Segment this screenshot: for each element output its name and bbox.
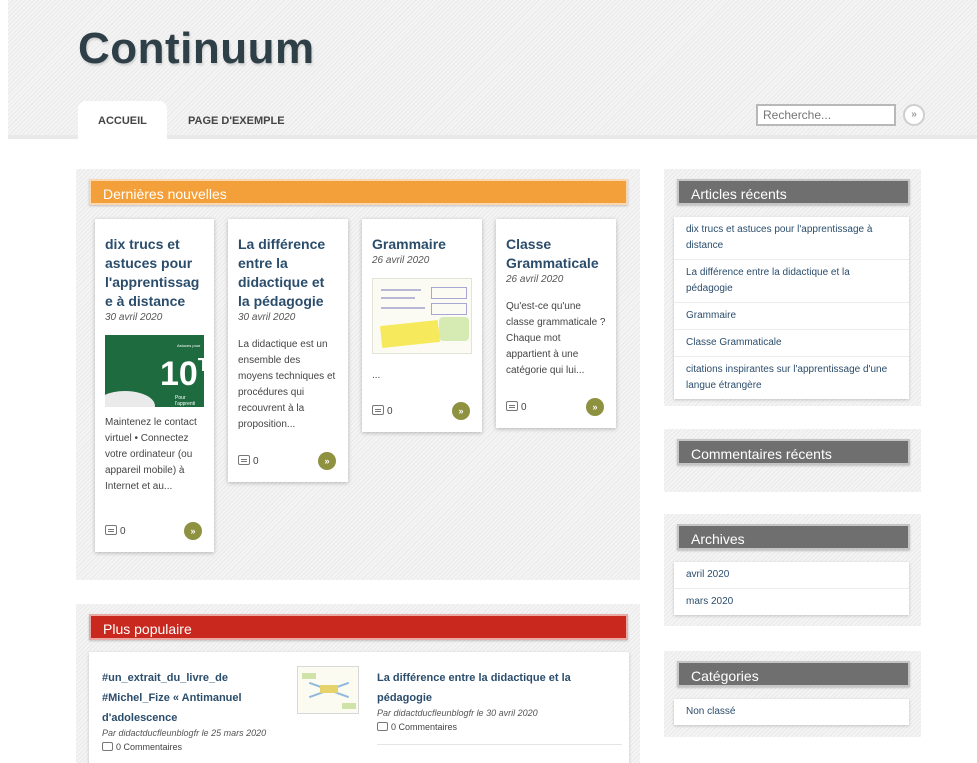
popular-list: #un_extrait_du_livre_de #Michel_Fize « A… bbox=[89, 652, 629, 763]
post-footer: 0 » bbox=[372, 402, 470, 420]
popular-item: La différence entre la didactique et la … bbox=[377, 668, 622, 745]
thumb-box bbox=[431, 303, 467, 315]
popular-item-comments[interactable]: 0 Commentaires bbox=[102, 742, 292, 752]
post-excerpt: ... bbox=[372, 370, 381, 381]
thumb-tag: Astuces pour bbox=[177, 343, 201, 348]
recent-articles-widget: Articles récents dix trucs et astuces po… bbox=[664, 169, 921, 406]
comment-count[interactable]: 0 bbox=[506, 401, 527, 413]
recent-article-link[interactable]: citations inspirantes sur l'apprentissag… bbox=[674, 357, 909, 399]
read-more-button[interactable]: » bbox=[184, 522, 202, 540]
post-footer: 0 » bbox=[506, 398, 604, 416]
post-footer: 0 » bbox=[238, 452, 336, 470]
divider bbox=[377, 744, 622, 745]
thumb-line bbox=[381, 307, 425, 309]
post-date: 26 avril 2020 bbox=[372, 255, 430, 266]
site-title[interactable]: Continuum bbox=[78, 24, 315, 74]
comment-count[interactable]: 0 bbox=[105, 525, 126, 537]
comment-count-value: 0 bbox=[387, 406, 393, 417]
post-date: 30 avril 2020 bbox=[238, 312, 296, 323]
post-card: Classe Grammaticale 26 avril 2020 Qu'est… bbox=[496, 219, 616, 428]
post-date: 30 avril 2020 bbox=[105, 312, 163, 323]
recent-article-link[interactable]: La différence entre la didactique et la … bbox=[674, 260, 909, 303]
post-excerpt: La didactique est un ensemble des moyens… bbox=[238, 339, 336, 430]
popular-item-thumbnail[interactable] bbox=[297, 666, 359, 714]
popular-item-meta: Par didactducfleunblogfr le 30 avril 202… bbox=[377, 708, 538, 718]
thumb-line bbox=[381, 289, 421, 291]
thumb-yellow-note bbox=[380, 320, 440, 348]
thumb-node bbox=[320, 685, 338, 693]
site-header: Continuum ACCUEIL PAGE D'EXEMPLE » bbox=[8, 0, 977, 139]
thumb-node bbox=[302, 673, 316, 679]
popular-heading: Plus populaire bbox=[89, 614, 628, 640]
categories-widget: Catégories Non classé bbox=[664, 651, 921, 737]
post-title[interactable]: La différence entre la didactique et la … bbox=[238, 235, 338, 311]
comment-count-value: 0 bbox=[120, 526, 126, 537]
comment-icon bbox=[102, 742, 113, 751]
post-card: La différence entre la didactique et la … bbox=[228, 219, 348, 482]
comment-count-value: 0 bbox=[521, 402, 527, 413]
popular-item-title[interactable]: #un_extrait_du_livre_de #Michel_Fize « A… bbox=[102, 668, 292, 728]
popular-item-comments-label: 0 Commentaires bbox=[116, 742, 183, 752]
category-link[interactable]: Non classé bbox=[674, 699, 909, 725]
comment-icon bbox=[238, 455, 250, 465]
post-title[interactable]: dix trucs et astuces pour l'apprentissag… bbox=[105, 235, 204, 311]
archives-list: avril 2020 mars 2020 bbox=[674, 562, 909, 615]
comment-count[interactable]: 0 bbox=[372, 405, 393, 417]
post-thumbnail[interactable]: Astuces pour 10T Pour l'apprenti bbox=[105, 335, 204, 407]
post-date: 26 avril 2020 bbox=[506, 274, 564, 285]
archive-link[interactable]: avril 2020 bbox=[674, 562, 909, 589]
thumb-wave-shape bbox=[105, 391, 155, 407]
recent-article-link[interactable]: dix trucs et astuces pour l'apprentissag… bbox=[674, 217, 909, 260]
latest-news-panel: Dernières nouvelles dix trucs et astuces… bbox=[76, 169, 640, 580]
recent-articles-heading: Articles récents bbox=[677, 179, 910, 205]
comment-icon bbox=[105, 525, 117, 535]
archives-heading: Archives bbox=[677, 524, 910, 550]
comment-icon bbox=[377, 722, 388, 731]
popular-panel: Plus populaire #un_extrait_du_livre_de #… bbox=[76, 604, 640, 763]
comment-icon bbox=[372, 405, 384, 415]
categories-heading: Catégories bbox=[677, 661, 910, 687]
read-more-button[interactable]: » bbox=[452, 402, 470, 420]
archives-widget: Archives avril 2020 mars 2020 bbox=[664, 514, 921, 626]
post-title[interactable]: Grammaire bbox=[372, 235, 472, 254]
read-more-button[interactable]: » bbox=[586, 398, 604, 416]
comment-count-value: 0 bbox=[253, 456, 259, 467]
post-title[interactable]: Classe Grammaticale bbox=[506, 235, 606, 273]
thumb-number: 10T bbox=[160, 355, 204, 394]
thumb-line bbox=[381, 297, 415, 299]
popular-item: #un_extrait_du_livre_de #Michel_Fize « A… bbox=[102, 668, 292, 752]
popular-item-meta: Par didactducfleunblogfr le 25 mars 2020 bbox=[102, 728, 267, 738]
recent-article-link[interactable]: Classe Grammaticale bbox=[674, 330, 909, 357]
post-footer: 0 » bbox=[105, 522, 202, 540]
thumb-number-digits: 10 bbox=[160, 355, 198, 393]
read-more-button[interactable]: » bbox=[318, 452, 336, 470]
thumb-sub: Pour l'apprenti bbox=[175, 395, 196, 407]
post-card: Grammaire 26 avril 2020 ... 0 » bbox=[362, 219, 482, 432]
post-card: dix trucs et astuces pour l'apprentissag… bbox=[95, 219, 214, 552]
thumb-green-note bbox=[439, 317, 469, 341]
comment-count[interactable]: 0 bbox=[238, 455, 259, 467]
thumb-box bbox=[431, 287, 467, 299]
categories-list: Non classé bbox=[674, 699, 909, 725]
popular-item-title[interactable]: La différence entre la didactique et la … bbox=[377, 668, 622, 708]
thumb-letter: T bbox=[197, 355, 204, 375]
recent-article-link[interactable]: Grammaire bbox=[674, 303, 909, 330]
recent-comments-widget: Commentaires récents bbox=[664, 429, 921, 492]
comment-icon bbox=[506, 401, 518, 411]
recent-comments-heading: Commentaires récents bbox=[677, 439, 910, 465]
latest-news-heading: Dernières nouvelles bbox=[89, 179, 628, 205]
search-button[interactable]: » bbox=[903, 104, 925, 126]
post-excerpt: Maintenez le contact virtuel • Connectez… bbox=[105, 417, 197, 492]
search-input[interactable] bbox=[756, 104, 896, 126]
post-excerpt: Qu'est-ce qu'une classe grammaticale ? C… bbox=[506, 301, 606, 376]
popular-item-comments-label: 0 Commentaires bbox=[391, 722, 458, 732]
popular-item-comments[interactable]: 0 Commentaires bbox=[377, 722, 622, 732]
post-thumbnail[interactable] bbox=[372, 278, 472, 354]
tab-page-exemple[interactable]: PAGE D'EXEMPLE bbox=[168, 101, 305, 139]
recent-articles-list: dix trucs et astuces pour l'apprentissag… bbox=[674, 217, 909, 399]
thumb-node bbox=[342, 703, 356, 709]
archive-link[interactable]: mars 2020 bbox=[674, 589, 909, 615]
tab-accueil[interactable]: ACCUEIL bbox=[78, 101, 167, 139]
